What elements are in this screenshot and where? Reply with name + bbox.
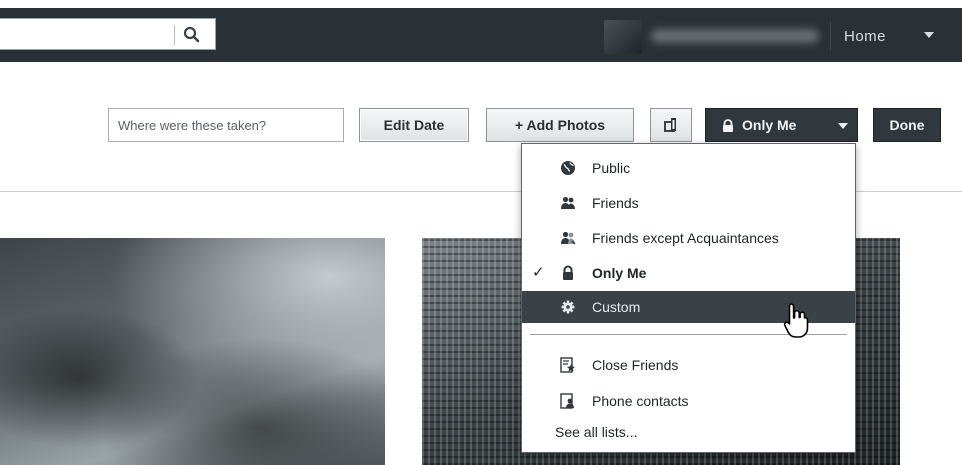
tag-photos-button[interactable]: [650, 108, 692, 142]
star-list-icon: [560, 357, 575, 373]
gear-icon: [561, 300, 575, 314]
privacy-option-custom[interactable]: Custom: [522, 291, 855, 323]
friends-icon: [561, 196, 575, 209]
privacy-selector-button[interactable]: Only Me: [705, 108, 858, 142]
profile-name-redacted[interactable]: [651, 29, 819, 43]
account-menu-caret-icon[interactable]: [924, 32, 934, 38]
globe-icon: [561, 161, 575, 175]
lock-icon: [563, 265, 573, 280]
privacy-option-only-me[interactable]: ✓ Only Me: [522, 257, 855, 289]
chevron-down-icon: [838, 123, 848, 129]
menu-item-label: Friends: [592, 195, 639, 211]
privacy-option-public[interactable]: Public: [522, 152, 855, 184]
tag-icon: [664, 118, 676, 132]
list-option-phone-contacts[interactable]: Phone contacts: [522, 385, 855, 417]
edit-date-button[interactable]: Edit Date: [359, 108, 469, 142]
menu-item-label: Custom: [592, 299, 641, 315]
privacy-option-friends-except-acquaintances[interactable]: Friends except Acquaintances: [522, 222, 855, 254]
friends-except-icon: [561, 231, 576, 245]
search-box: [0, 18, 216, 50]
search-icon: [183, 26, 200, 43]
search-button[interactable]: [180, 23, 204, 47]
avatar[interactable]: [604, 20, 642, 54]
privacy-selector-label: Only Me: [742, 117, 797, 133]
nav-divider: [830, 22, 831, 50]
menu-divider: [530, 334, 847, 335]
add-photos-button[interactable]: + Add Photos: [486, 108, 634, 142]
privacy-option-friends[interactable]: Friends: [522, 187, 855, 219]
search-divider: [174, 25, 175, 45]
menu-item-label: Phone contacts: [592, 393, 689, 409]
menu-item-label: Public: [592, 160, 631, 176]
see-all-lists-link[interactable]: See all lists...: [555, 420, 637, 444]
check-icon: ✓: [532, 264, 545, 281]
album-photo[interactable]: [0, 238, 385, 465]
list-option-close-friends[interactable]: Close Friends: [522, 349, 855, 381]
contacts-list-icon: [560, 393, 574, 409]
menu-item-label: Friends except Acquaintances: [592, 230, 779, 246]
lock-icon: [723, 119, 733, 132]
menu-item-label: Only Me: [592, 265, 647, 281]
top-navigation-bar: Home: [0, 8, 962, 62]
privacy-dropdown-menu: Public Friends Friends except Acquaintan…: [521, 143, 856, 453]
location-input[interactable]: [108, 108, 344, 142]
home-link[interactable]: Home: [838, 25, 892, 49]
menu-item-label: Close Friends: [592, 357, 679, 373]
search-input[interactable]: [0, 19, 170, 49]
done-button[interactable]: Done: [873, 108, 941, 142]
